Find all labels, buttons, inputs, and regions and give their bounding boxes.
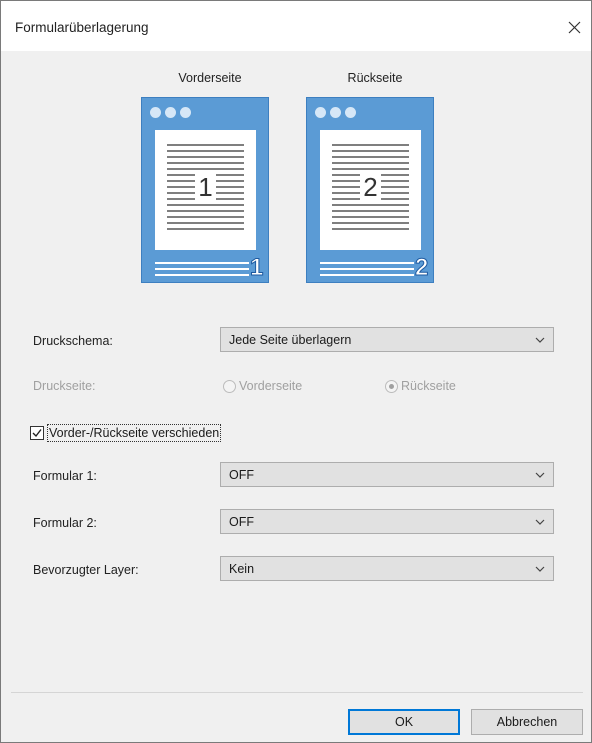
front-page-number: 1 [195,172,216,202]
radio-back-label: Rückseite [401,379,456,393]
print-side-label: Druckseite: [33,379,96,393]
layer-label: Bevorzugter Layer: [33,563,139,577]
form2-select[interactable]: OFF [220,509,554,534]
chevron-down-icon [535,566,545,572]
form2-label: Formular 2: [33,516,97,530]
checkmark-icon [32,429,42,438]
form1-value: OFF [229,468,254,482]
overlay-dialog: Formularüberlagerung Vorderseite Rücksei… [0,0,592,743]
layer-value: Kein [229,562,255,576]
form1-label: Formular 1: [33,469,97,483]
back-page-preview: 2 2 [306,97,434,283]
dialog-title: Formularüberlagerung [15,20,149,35]
different-sides-label: Vorder-/Rückseite verschieden [47,424,222,442]
front-preview-label: Vorderseite [178,71,242,85]
front-footer-number: 1 [249,254,264,281]
radio-circle-checked [385,379,398,393]
close-icon [568,21,580,33]
back-footer-number: 2 [414,254,429,281]
footer-separator [11,692,583,693]
ok-button[interactable]: OK [348,709,460,735]
chevron-down-icon [535,472,545,478]
window-dots [315,107,356,118]
different-sides-checkbox[interactable]: Vorder-/Rückseite verschieden [30,424,222,442]
print-scheme-select[interactable]: Jede Seite überlagern [220,327,554,352]
page-sheet: 1 [155,130,256,250]
radio-back-side[interactable]: Rückseite [385,379,456,393]
radio-front-label: Vorderseite [239,379,303,393]
print-scheme-label: Druckschema: [33,334,113,348]
window-dots [150,107,191,118]
back-preview-label: Rückseite [347,71,403,85]
back-page-number: 2 [360,172,381,202]
radio-circle [223,379,236,393]
cancel-button[interactable]: Abbrechen [471,709,583,735]
layer-select[interactable]: Kein [220,556,554,581]
front-page-preview: 1 1 [141,97,269,283]
form1-select[interactable]: OFF [220,462,554,487]
title-bar: Formularüberlagerung [1,1,591,51]
form2-value: OFF [229,515,254,529]
checkbox-box [30,426,44,440]
chevron-down-icon [535,519,545,525]
chevron-down-icon [535,337,545,343]
print-scheme-value: Jede Seite überlagern [229,333,352,347]
radio-front-side[interactable]: Vorderseite [223,379,302,393]
close-button[interactable] [561,14,587,40]
page-sheet: 2 [320,130,421,250]
